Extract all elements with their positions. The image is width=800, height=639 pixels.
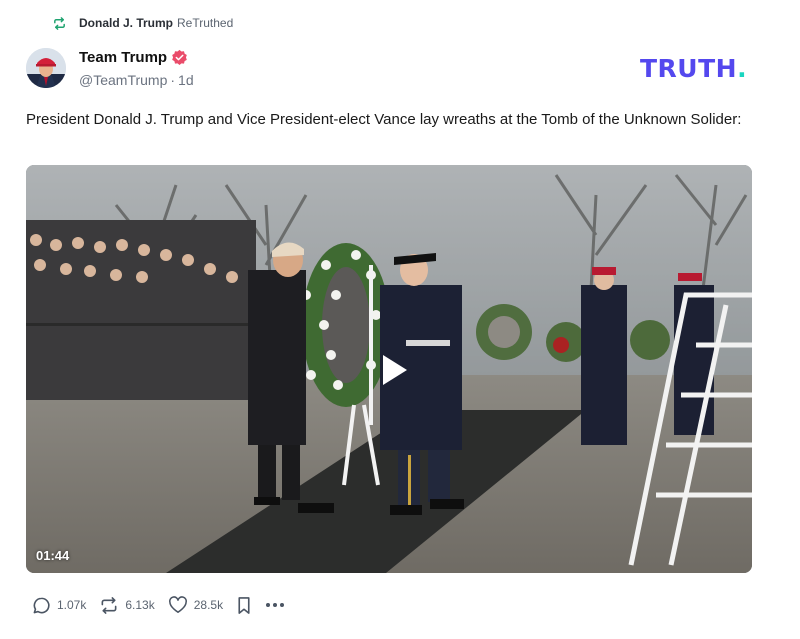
retruth-count: 6.13k bbox=[125, 598, 155, 612]
play-button[interactable] bbox=[373, 350, 413, 390]
meta-separator: · bbox=[170, 72, 176, 88]
verified-icon bbox=[172, 49, 187, 65]
like-icon[interactable] bbox=[168, 596, 188, 614]
more-icon[interactable] bbox=[265, 602, 285, 608]
retruth-button[interactable]: 6.13k bbox=[99, 596, 155, 615]
reply-icon[interactable] bbox=[32, 596, 51, 615]
author-meta: @TeamTrump · 1d bbox=[79, 72, 194, 88]
action-bar: 1.07k 6.13k 28.5k bbox=[32, 594, 298, 616]
retruth-status: ReTruthed bbox=[177, 16, 234, 30]
reply-count: 1.07k bbox=[57, 598, 87, 612]
reply-button[interactable]: 1.07k bbox=[32, 596, 86, 615]
bookmark-button[interactable] bbox=[236, 596, 252, 615]
truth-logo[interactable]: TRUTH. bbox=[640, 56, 747, 81]
post-text: President Donald J. Trump and Vice Presi… bbox=[26, 111, 742, 128]
avatar[interactable] bbox=[26, 48, 66, 88]
video-player[interactable]: 01:44 bbox=[26, 165, 752, 573]
truth-logo-text: TRUTH bbox=[640, 54, 738, 83]
more-button[interactable] bbox=[265, 602, 285, 608]
retruth-icon[interactable] bbox=[99, 596, 119, 615]
author-name-text[interactable]: Team Trump bbox=[79, 49, 167, 66]
like-count: 28.5k bbox=[193, 598, 224, 612]
truth-logo-dot: . bbox=[737, 54, 748, 83]
retruth-icon bbox=[52, 16, 67, 31]
retruth-header: Donald J. Trump ReTruthed bbox=[52, 14, 233, 32]
post-time[interactable]: 1d bbox=[178, 72, 194, 88]
play-icon[interactable] bbox=[373, 350, 413, 390]
bookmark-icon[interactable] bbox=[236, 596, 252, 615]
like-button[interactable]: 28.5k bbox=[168, 596, 223, 614]
author-name[interactable]: Team Trump bbox=[79, 49, 188, 66]
retruth-user[interactable]: Donald J. Trump bbox=[79, 16, 173, 30]
video-duration: 01:44 bbox=[36, 548, 70, 563]
retruth-label: Donald J. Trump ReTruthed bbox=[79, 16, 233, 30]
author-handle[interactable]: @TeamTrump bbox=[79, 72, 167, 88]
